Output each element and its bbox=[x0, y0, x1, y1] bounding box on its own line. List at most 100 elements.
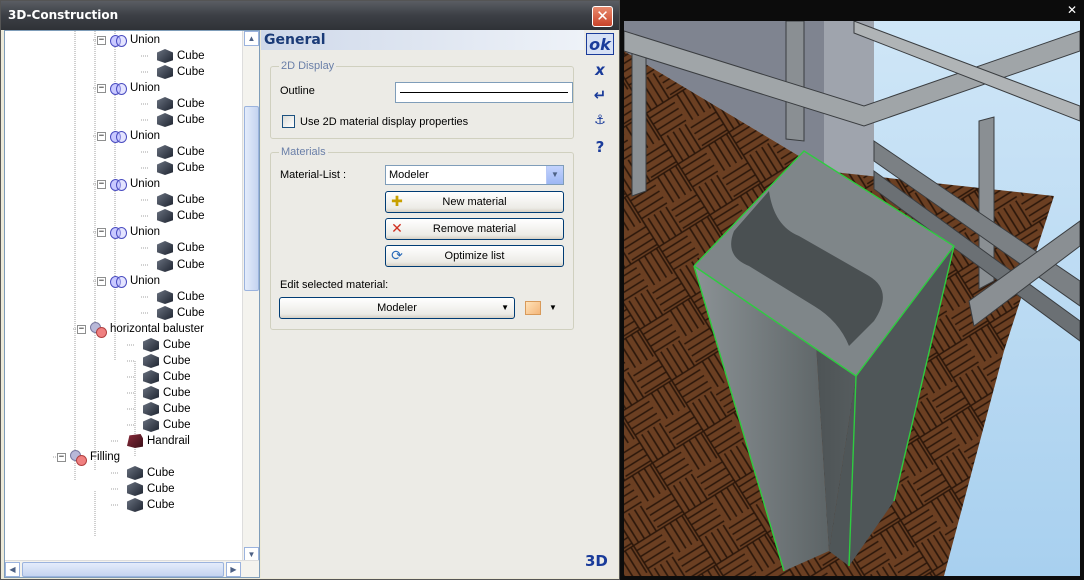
help-icon[interactable]: ? bbox=[586, 136, 614, 158]
tree-horizontal-scrollbar[interactable]: ◀ ▶ bbox=[5, 560, 259, 577]
tree-item[interactable]: − Filling bbox=[57, 449, 120, 466]
cube-icon bbox=[157, 258, 173, 272]
tree-item[interactable]: − Union bbox=[97, 32, 160, 48]
scroll-thumb[interactable] bbox=[244, 106, 259, 291]
tree-item[interactable]: Cube bbox=[157, 160, 205, 176]
group-icon bbox=[90, 322, 107, 338]
tree-item-label: Cube bbox=[177, 307, 205, 319]
tree-item[interactable]: Cube bbox=[157, 257, 205, 273]
tree-item[interactable]: − Union bbox=[97, 128, 160, 144]
save-icon[interactable]: ⚓ bbox=[586, 110, 614, 132]
3d-scene-view[interactable] bbox=[624, 21, 1080, 576]
tree-item[interactable]: Cube bbox=[127, 465, 175, 481]
cube-icon bbox=[157, 145, 173, 159]
material-list-select[interactable]: Modeler ▼ bbox=[385, 165, 564, 185]
tree-item-label: Cube bbox=[163, 339, 191, 351]
remove-x-icon: ✕ bbox=[391, 221, 403, 237]
tree-item[interactable]: Cube bbox=[157, 240, 205, 256]
tree-item-label: Cube bbox=[177, 66, 205, 78]
ok-button[interactable]: ok bbox=[586, 33, 614, 55]
close-button[interactable]: ✕ bbox=[592, 6, 613, 27]
title-bar[interactable]: 3D-Construction ✕ bbox=[1, 1, 619, 30]
tree-item[interactable]: Handrail bbox=[127, 433, 190, 449]
tree-item[interactable]: Cube bbox=[143, 353, 191, 369]
tree-item[interactable]: Cube bbox=[157, 208, 205, 224]
tree-item[interactable]: Cube bbox=[143, 337, 191, 353]
tree-item[interactable]: Cube bbox=[157, 112, 205, 128]
tree-item-label: Cube bbox=[147, 483, 175, 495]
3d-mode-label[interactable]: 3D bbox=[585, 552, 608, 570]
scroll-right-arrow[interactable]: ▶ bbox=[226, 562, 241, 577]
tree-item-label: Cube bbox=[177, 50, 205, 62]
tree-item-label: Cube bbox=[177, 242, 205, 254]
chevron-down-icon[interactable]: ▼ bbox=[546, 166, 563, 184]
viewport-close-icon[interactable]: ✕ bbox=[1066, 4, 1078, 16]
tree-item[interactable]: Cube bbox=[127, 497, 175, 513]
tree-item[interactable]: − Union bbox=[97, 176, 160, 192]
cube-icon bbox=[157, 65, 173, 79]
cube-icon bbox=[143, 386, 159, 400]
union-icon bbox=[110, 274, 127, 288]
material-swatch-icon[interactable] bbox=[525, 301, 541, 315]
tree-item[interactable]: Cube bbox=[157, 305, 205, 321]
hscroll-thumb[interactable] bbox=[22, 562, 224, 577]
tree-item-label: Cube bbox=[177, 146, 205, 158]
tree-vertical-scrollbar[interactable]: ▲ ▼ bbox=[242, 31, 259, 562]
railing-post bbox=[631, 44, 647, 197]
tree-item[interactable]: Cube bbox=[157, 289, 205, 305]
tree-item[interactable]: Cube bbox=[143, 369, 191, 385]
cancel-button[interactable]: x bbox=[586, 59, 614, 81]
collapse-expander-icon[interactable]: − bbox=[97, 179, 106, 189]
tree-item-label: Cube bbox=[163, 387, 191, 399]
collapse-expander-icon[interactable]: − bbox=[97, 131, 106, 141]
tree-item[interactable]: Cube bbox=[143, 417, 191, 433]
swatch-dropdown-arrow-icon[interactable]: ▼ bbox=[549, 303, 557, 312]
remove-material-button[interactable]: ✕ Remove material bbox=[385, 218, 564, 240]
collapse-expander-icon[interactable]: − bbox=[97, 276, 106, 286]
scroll-left-arrow[interactable]: ◀ bbox=[5, 562, 20, 577]
cube-icon bbox=[127, 498, 143, 512]
cube-icon bbox=[143, 370, 159, 384]
edit-material-dropdown[interactable]: Modeler ▼ bbox=[279, 297, 515, 319]
optimize-list-button[interactable]: ⟳ Optimize list bbox=[385, 245, 564, 267]
tree-item-label: Union bbox=[130, 130, 161, 142]
materials-group: Materials Material-List : Modeler ▼ ✚ Ne… bbox=[270, 146, 574, 330]
tree-item[interactable]: Cube bbox=[143, 401, 191, 417]
outline-style-picker[interactable] bbox=[395, 82, 573, 103]
union-icon bbox=[110, 33, 127, 47]
collapse-expander-icon[interactable]: − bbox=[97, 227, 106, 237]
tree-item-label: Union bbox=[130, 275, 161, 287]
edit-material-value: Modeler bbox=[377, 302, 417, 314]
cube-icon bbox=[157, 209, 173, 223]
collapse-expander-icon[interactable]: − bbox=[77, 324, 86, 334]
tree-item[interactable]: Cube bbox=[157, 48, 205, 64]
cube-icon bbox=[157, 241, 173, 255]
tree-item-label: Cube bbox=[177, 114, 205, 126]
tree-item-label: Union bbox=[130, 82, 161, 94]
tree-item[interactable]: Cube bbox=[157, 64, 205, 80]
tree-item[interactable]: − Union bbox=[97, 80, 160, 96]
tree-item[interactable]: Cube bbox=[157, 96, 205, 112]
tree-item-label: Cube bbox=[163, 355, 191, 367]
tree-item[interactable]: Cube bbox=[157, 192, 205, 208]
collapse-expander-icon[interactable]: − bbox=[97, 35, 106, 45]
construction-tree[interactable]: − Union Cube Cube − Union Cube Cube − Union Cube Cu… bbox=[4, 30, 260, 578]
new-material-button[interactable]: ✚ New material bbox=[385, 191, 564, 213]
scroll-up-arrow[interactable]: ▲ bbox=[244, 31, 259, 46]
tree-item[interactable]: Cube bbox=[143, 385, 191, 401]
window-title: 3D-Construction bbox=[8, 8, 119, 22]
tree-item-label: Cube bbox=[177, 259, 205, 271]
tree-item[interactable]: − horizontal baluster bbox=[77, 321, 204, 338]
tree-item[interactable]: − Union bbox=[97, 224, 160, 240]
use-2d-material-checkbox[interactable] bbox=[282, 115, 295, 128]
edit-material-label: Edit selected material: bbox=[280, 279, 389, 291]
tree-item-label: Cube bbox=[177, 194, 205, 206]
tree-item-label: Cube bbox=[163, 419, 191, 431]
tree-item[interactable]: Cube bbox=[127, 481, 175, 497]
tree-item[interactable]: − Union bbox=[97, 273, 160, 289]
collapse-expander-icon[interactable]: − bbox=[57, 452, 66, 462]
apply-icon[interactable]: ↵ bbox=[586, 84, 614, 106]
tree-item[interactable]: Cube bbox=[157, 144, 205, 160]
chevron-down-icon: ▼ bbox=[501, 303, 509, 312]
collapse-expander-icon[interactable]: − bbox=[97, 83, 106, 93]
